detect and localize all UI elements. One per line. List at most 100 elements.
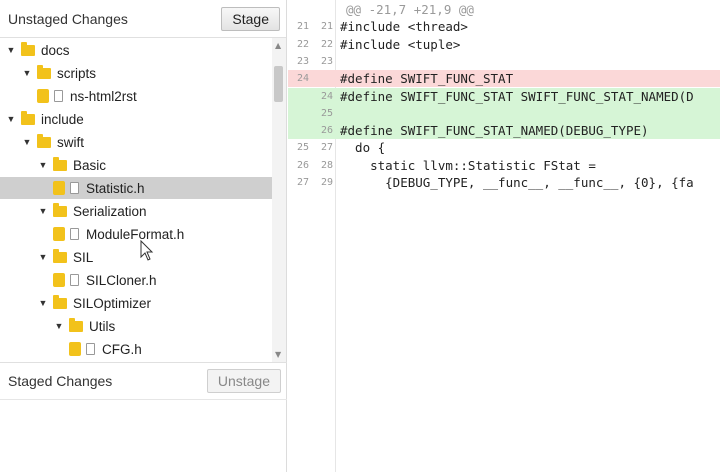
file-icon [70,228,79,240]
code-text: #define SWIFT_FUNC_STAT_NAMED(DEBUG_TYPE… [340,123,649,139]
tree-folder-row[interactable]: ▼ Serialization [0,200,272,222]
chevron-down-icon[interactable]: ▼ [37,252,49,262]
code-text: #include <tuple> [340,36,461,52]
code-text: #include <thread> [340,19,468,35]
staged-changes-header: Staged Changes Unstage [0,362,287,400]
diff-line-context: 23 23 [288,53,720,70]
new-line-number: 21 [320,21,333,33]
folder-icon [53,294,67,309]
code-text: #define SWIFT_FUNC_STAT SWIFT_FUNC_STAT_… [340,88,694,104]
tree-file-row[interactable]: CFG.h [0,338,272,360]
new-line-number: 29 [320,177,333,188]
tree-folder-row[interactable]: ▼ SILOptimizer [0,292,272,314]
file-icon [54,90,63,102]
tree-scrollbar[interactable]: ▲ ▼ [272,38,286,362]
old-line-number: 23 [296,55,309,67]
modified-badge-icon [53,227,65,241]
code-text: #define SWIFT_FUNC_STAT [340,71,514,87]
folder-icon [53,202,67,217]
tree-item-label: docs [41,42,70,58]
tree-file-row[interactable]: ModuleFormat.h [0,223,272,245]
folder-icon [69,317,83,332]
code-text: do { [340,140,386,156]
staged-changes-title: Staged Changes [8,373,113,389]
tree-folder-row[interactable]: ▼ SIL [0,246,272,268]
old-line-number: 26 [296,159,309,171]
folder-icon [37,64,51,79]
chevron-down-icon[interactable]: ▼ [5,45,17,55]
tree-item-label: ModuleFormat.h [86,226,185,242]
diff-view: @@ -21,7 +21,9 @@ 21 21 #include <thread> 22… [288,0,720,472]
tree-item-label: Basic [73,157,107,173]
tree-file-row[interactable]: ns-html2rst [0,85,272,107]
tree-item-label: Statistic.h [86,180,145,196]
tree-item-label: SIL [73,249,94,265]
tree-folder-row[interactable]: ▼ include [0,108,272,130]
tree-item-label: SILCloner.h [86,272,157,288]
tree-folder-row[interactable]: ▼ Basic [0,154,272,176]
diff-line-context: 25 27 do { [288,139,720,156]
unstaged-file-tree: ▼ docs ▼ scripts ns-html2rst ▼ include ▼ swift ▼ B… [0,38,287,362]
chevron-down-icon[interactable]: ▼ [21,68,33,78]
scroll-down-icon[interactable]: ▼ [275,350,281,359]
folder-icon [21,110,35,125]
tree-folder-row[interactable]: ▼ scripts [0,62,272,84]
mouse-cursor-icon [140,240,154,261]
folder-icon [21,41,35,56]
tree-item-label: ns-html2rst [70,88,137,104]
chevron-down-icon[interactable]: ▼ [37,298,49,308]
tree-file-row[interactable]: Statistic.h [0,177,272,199]
folder-icon [37,133,51,148]
tree-item-label: CFG.h [102,341,142,357]
tree-folder-row[interactable]: ▼ swift [0,131,272,153]
scrollbar-thumb[interactable] [274,66,283,102]
diff-line-added: 26 #define SWIFT_FUNC_STAT_NAMED(DEBUG_TY… [288,122,720,140]
chevron-down-icon[interactable]: ▼ [53,321,65,331]
new-line-number: 26 [320,125,333,137]
old-line-number: 25 [296,142,309,154]
diff-line-added: 25 [288,104,720,122]
source-control-panel: Unstaged Changes Stage ▼ docs ▼ scripts ns-h… [0,0,287,472]
unstage-button[interactable]: Unstage [206,369,281,393]
new-line-number: 27 [320,142,333,154]
tree-item-label: Serialization [73,203,147,219]
chevron-down-icon[interactable]: ▼ [37,160,49,170]
tree-item-label: scripts [57,65,97,81]
modified-badge-icon [53,181,65,195]
modified-badge-icon [37,89,49,103]
new-line-number: 28 [320,159,333,171]
tree-item-label: swift [57,134,84,150]
unstaged-changes-title: Unstaged Changes [8,10,128,27]
diff-hunk-header: @@ -21,7 +21,9 @@ [288,1,720,18]
file-icon [86,343,95,355]
unstaged-changes-header: Unstaged Changes Stage [0,0,286,38]
tree-item-label: include [41,111,84,127]
chevron-down-icon[interactable]: ▼ [21,137,33,147]
code-text: static llvm::Statistic FStat = [340,157,596,173]
tree-folder-row[interactable]: ▼ docs [0,39,272,61]
code-text: {DEBUG_TYPE, __func__, __func__, {0}, {f… [340,175,694,190]
diff-line-context: 27 29 {DEBUG_TYPE, __func__, __func__, {0… [288,174,720,191]
folder-icon [53,248,67,263]
chevron-down-icon[interactable]: ▼ [5,114,17,124]
new-line-number: 25 [320,107,333,119]
file-icon [70,182,79,194]
diff-line-added: 24 #define SWIFT_FUNC_STAT SWIFT_FUNC_STA… [288,87,720,105]
new-line-number: 22 [320,38,333,50]
old-line-number: 22 [296,38,309,50]
folder-icon [53,156,67,171]
modified-badge-icon [69,342,81,356]
new-line-number: 23 [320,55,333,67]
diff-line-context: 21 21 #include <thread> [288,18,720,35]
stage-button[interactable]: Stage [221,6,280,31]
file-icon [70,274,79,286]
tree-file-row[interactable]: SILCloner.h [0,269,272,291]
tree-item-label: Utils [89,318,116,334]
scroll-up-icon[interactable]: ▲ [275,41,281,50]
hunk-header-text: @@ -21,7 +21,9 @@ [346,2,474,17]
old-line-number: 27 [296,177,309,188]
tree-folder-row[interactable]: ▼ Utils [0,315,272,337]
diff-line-removed: 24 #define SWIFT_FUNC_STAT [288,70,720,88]
diff-line-context: 26 28 static llvm::Statistic FStat = [288,157,720,174]
chevron-down-icon[interactable]: ▼ [37,206,49,216]
